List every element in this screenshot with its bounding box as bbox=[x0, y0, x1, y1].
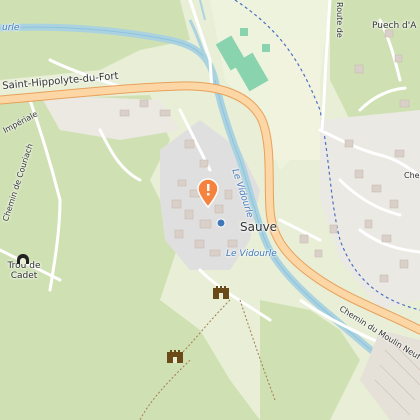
cave-icon[interactable] bbox=[17, 249, 29, 264]
castle-icon[interactable] bbox=[167, 348, 183, 363]
label-village-sauve: Sauve bbox=[240, 220, 278, 234]
label-che: Che bbox=[404, 171, 420, 180]
map-base-layer bbox=[0, 0, 420, 420]
map-canvas[interactable]: Saint-Hippolyte-du-Fort Sauve Trou de Ca… bbox=[0, 0, 420, 420]
map-pin-icon[interactable] bbox=[196, 178, 220, 209]
viewpoint-icon[interactable] bbox=[216, 213, 226, 228]
label-puech: Puech d'A bbox=[372, 21, 417, 31]
field-plot bbox=[270, 40, 320, 160]
label-river-top-left: urle bbox=[2, 23, 20, 33]
castle-icon[interactable] bbox=[213, 284, 229, 299]
label-route-de: Route de bbox=[335, 2, 344, 38]
label-river-vidourle-2: Le Vidourle bbox=[226, 249, 277, 259]
label-trou-de-cadet: Trou de Cadet bbox=[7, 261, 41, 281]
